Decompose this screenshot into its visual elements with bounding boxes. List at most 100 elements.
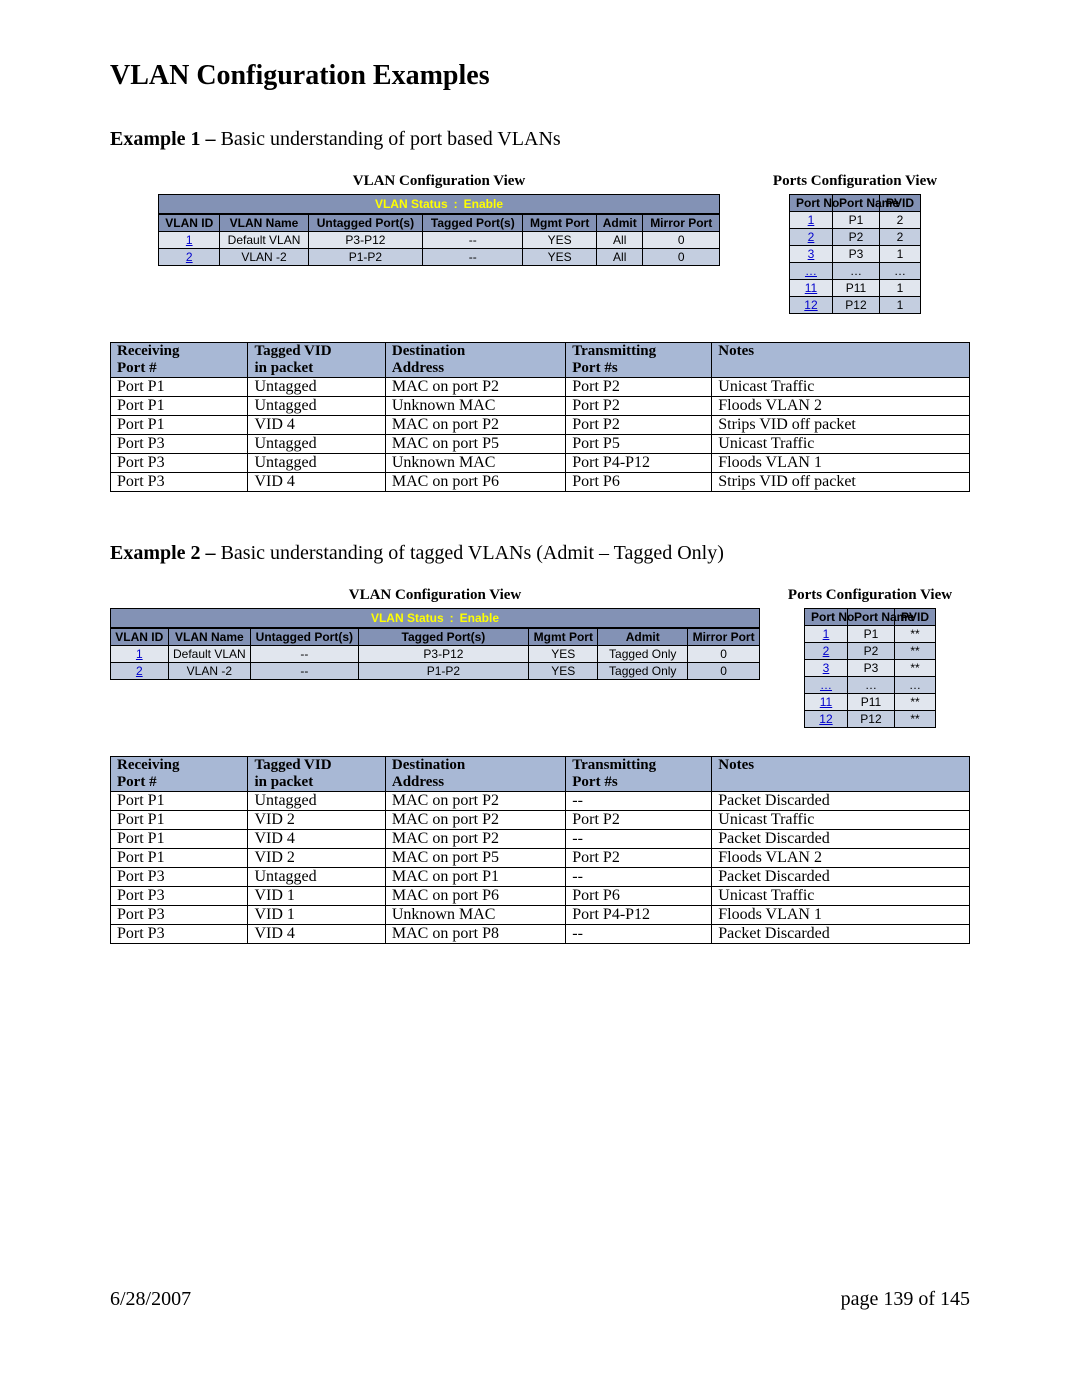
vlan-status-sep: :: [454, 197, 458, 211]
cell: Packet Discarded: [712, 868, 970, 887]
cell: VLAN -2: [168, 663, 251, 680]
port-link[interactable]: 11: [805, 281, 817, 295]
port-link[interactable]: 3: [808, 247, 815, 261]
th-tx2: Port #s: [572, 774, 705, 791]
table-row: 1 Default VLAN P3-P12 -- YES All 0: [159, 232, 720, 249]
cell: …: [879, 263, 920, 280]
cell: 1: [879, 246, 920, 263]
vlan-id-link[interactable]: 2: [136, 664, 143, 678]
th-dest: DestinationAddress: [385, 343, 565, 378]
cell: Unicast Traffic: [712, 435, 970, 454]
cell: Untagged: [248, 792, 385, 811]
th-vid1: Tagged VID: [254, 343, 378, 360]
port-no-cell: 12: [789, 297, 832, 314]
port-link[interactable]: …: [820, 678, 832, 692]
th-recv: ReceivingPort #: [111, 757, 248, 792]
example2-vlan-view: VLAN Configuration View VLAN Status : En…: [110, 587, 770, 680]
cell: VID 1: [248, 887, 385, 906]
cell: VID 4: [248, 925, 385, 944]
table-row: 11P11**: [804, 694, 935, 711]
cell: Packet Discarded: [712, 830, 970, 849]
cell: Floods VLAN 2: [712, 849, 970, 868]
vlan-id-cell: 2: [111, 663, 169, 680]
cell: 0: [688, 663, 760, 680]
example2-heading: Example 2 – Basic understanding of tagge…: [110, 542, 970, 565]
cell: P3: [847, 660, 894, 677]
vlan-id-link[interactable]: 2: [186, 250, 193, 264]
th-vid: Tagged VIDin packet: [248, 757, 385, 792]
table-row: 12P12**: [804, 711, 935, 728]
cell: 0: [643, 249, 720, 266]
cell: Unicast Traffic: [712, 887, 970, 906]
cell: --: [423, 232, 523, 249]
table-row: Port P3UntaggedUnknown MACPort P4-P12Flo…: [111, 454, 970, 473]
cell: Strips VID off packet: [712, 473, 970, 492]
cell: MAC on port P1: [385, 868, 565, 887]
port-link[interactable]: 2: [808, 230, 815, 244]
table-row: ………: [789, 263, 920, 280]
th-mirror: Mirror Port: [643, 215, 720, 232]
table-row: 2P2**: [804, 643, 935, 660]
th-port-no-text: Port No: [796, 197, 826, 209]
th-port-name-text: Port Name: [854, 611, 888, 623]
cell: P3: [832, 246, 879, 263]
port-no-cell: …: [804, 677, 847, 694]
cell: --: [251, 663, 358, 680]
vlan-id-link[interactable]: 1: [186, 233, 193, 247]
cell: All: [597, 249, 643, 266]
port-link[interactable]: 1: [823, 627, 830, 641]
cell: Port P1: [111, 830, 248, 849]
port-link[interactable]: 12: [819, 712, 832, 726]
cell: Strips VID off packet: [712, 416, 970, 435]
port-link[interactable]: 2: [823, 644, 830, 658]
example1-ports-table: Port No Port Name PVID 1P12 2P22 3P31 ………: [789, 194, 921, 314]
port-no-cell: 3: [804, 660, 847, 677]
table-row: Port P1VID 2MAC on port P5Port P2Floods …: [111, 849, 970, 868]
th-notes: Notes: [712, 343, 970, 378]
cell: MAC on port P5: [385, 435, 565, 454]
cell: MAC on port P6: [385, 473, 565, 492]
cell: YES: [523, 249, 597, 266]
port-link[interactable]: 3: [823, 661, 830, 675]
example1-views: VLAN Configuration View VLAN Status : En…: [110, 173, 970, 314]
port-link[interactable]: 12: [804, 298, 817, 312]
vlan-status-label: VLAN Status: [371, 611, 444, 625]
cell: Port P2: [566, 811, 712, 830]
th-port-no: Port No: [789, 195, 832, 212]
table-row: 2 VLAN -2 P1-P2 -- YES All 0: [159, 249, 720, 266]
cell: P2: [847, 643, 894, 660]
th-port-name: Port Name: [832, 195, 879, 212]
example2-label-strong: Example 2 –: [110, 542, 216, 564]
port-link[interactable]: …: [805, 264, 817, 278]
th-vid1: Tagged VID: [254, 757, 378, 774]
vlan-config-view-title: VLAN Configuration View: [110, 587, 760, 604]
th-port-name-text: Port Name: [839, 197, 873, 209]
example1-vlan-config-table: VLAN ID VLAN Name Untagged Port(s) Tagge…: [158, 214, 720, 266]
table-row: Port P3VID 4MAC on port P8--Packet Disca…: [111, 925, 970, 944]
example1-traffic-table: ReceivingPort # Tagged VIDin packet Dest…: [110, 342, 970, 492]
ports-config-view-title: Ports Configuration View: [740, 173, 970, 190]
th-admit: Admit: [597, 215, 643, 232]
cell: …: [894, 677, 935, 694]
cell: VID 1: [248, 906, 385, 925]
cell: YES: [529, 646, 598, 663]
vlan-config-view-title: VLAN Configuration View: [158, 173, 720, 190]
table-row: Port P1UntaggedUnknown MACPort P2Floods …: [111, 397, 970, 416]
port-link[interactable]: 1: [808, 213, 815, 227]
cell: Port P2: [566, 849, 712, 868]
vlan-status-bar: VLAN Status : Enable: [110, 608, 760, 628]
cell: VID 4: [248, 830, 385, 849]
th-recv1: Receiving: [117, 757, 241, 774]
port-link[interactable]: 11: [820, 695, 832, 709]
cell: --: [566, 925, 712, 944]
example2-views: VLAN Configuration View VLAN Status : En…: [110, 587, 970, 728]
th-mgmt: Mgmt Port: [523, 215, 597, 232]
cell: Port P1: [111, 397, 248, 416]
port-no-cell: 11: [789, 280, 832, 297]
vlan-status-bar: VLAN Status : Enable: [158, 194, 720, 214]
cell: Packet Discarded: [712, 792, 970, 811]
vlan-id-cell: 2: [159, 249, 220, 266]
vlan-id-link[interactable]: 1: [136, 647, 143, 661]
cell: Port P4-P12: [566, 454, 712, 473]
th-dest: DestinationAddress: [385, 757, 565, 792]
